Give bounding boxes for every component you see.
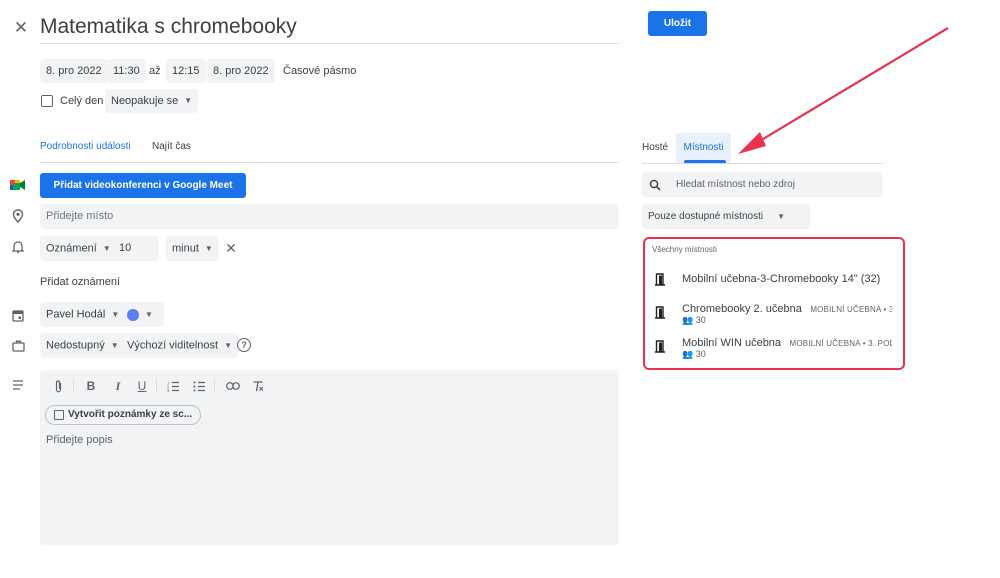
remove-notification-icon[interactable]: ✕ bbox=[223, 240, 239, 256]
room-capacity-value: 30 bbox=[695, 315, 706, 325]
clear-format-icon[interactable] bbox=[250, 378, 266, 394]
tab-guests[interactable]: Hosté bbox=[642, 142, 668, 153]
event-color-dropdown[interactable]: ▼ bbox=[121, 302, 164, 327]
create-notes-label: Vytvořit poznámky ze sc... bbox=[68, 409, 193, 420]
notification-type-value: Oznámení bbox=[46, 242, 97, 255]
save-button[interactable]: Uložit bbox=[648, 11, 707, 36]
room-capacity: 👥 30 bbox=[682, 349, 706, 360]
calendar-icon bbox=[10, 308, 26, 322]
room-meta: MOBILNÍ UČEBNA • 3. bbox=[810, 305, 892, 314]
chevron-down-icon: ▼ bbox=[184, 96, 193, 106]
bulleted-list-icon[interactable] bbox=[191, 378, 207, 394]
calendar-owner-dropdown[interactable]: Pavel Hodál ▼ bbox=[40, 302, 126, 327]
search-icon bbox=[649, 178, 661, 196]
start-time-chip[interactable]: 11:30 bbox=[107, 59, 146, 83]
room-name: Chromebooky 2. učebna bbox=[682, 303, 802, 315]
location-pin-icon bbox=[10, 209, 26, 223]
briefcase-icon bbox=[10, 339, 26, 353]
room-capacity-value: 30 bbox=[695, 349, 706, 359]
close-button[interactable]: ✕ bbox=[10, 17, 32, 39]
description-area[interactable] bbox=[40, 370, 619, 545]
room-capacity: 👥 30 bbox=[682, 315, 706, 326]
location-input[interactable]: Přidejte místo bbox=[40, 204, 619, 229]
help-icon[interactable]: ? bbox=[237, 338, 251, 352]
right-tabs-divider bbox=[642, 163, 883, 164]
room-search-input[interactable]: Hledat místnost nebo zdroj bbox=[642, 172, 883, 197]
room-filter-value: Pouze dostupné místnosti bbox=[648, 211, 764, 223]
notification-unit-dropdown[interactable]: minut ▼ bbox=[166, 236, 219, 261]
chevron-down-icon: ▼ bbox=[204, 244, 213, 253]
google-meet-icon bbox=[10, 178, 26, 192]
chevron-down-icon: ▼ bbox=[777, 212, 785, 221]
add-notification-link[interactable]: Přidat oznámení bbox=[40, 270, 120, 294]
tab-event-details[interactable]: Podrobnosti události bbox=[40, 141, 131, 152]
notes-icon bbox=[54, 410, 64, 420]
toolbar-divider bbox=[214, 379, 215, 393]
chevron-down-icon: ▼ bbox=[224, 341, 233, 350]
time-separator: až bbox=[149, 65, 161, 77]
room-name: Mobilní WIN učebna bbox=[682, 337, 782, 349]
add-meet-button[interactable]: Přidat videokonferenci v Google Meet bbox=[40, 173, 246, 198]
door-icon bbox=[654, 340, 666, 358]
notification-type-dropdown[interactable]: Oznámení ▼ bbox=[40, 236, 117, 261]
description-icon bbox=[10, 378, 26, 392]
bold-icon[interactable]: B bbox=[83, 378, 99, 394]
tabs-divider bbox=[40, 162, 619, 163]
start-date-chip[interactable]: 8. pro 2022 bbox=[40, 59, 108, 83]
room-name: Mobilní učebna-3-Chromebooky 14" (32) bbox=[682, 273, 881, 285]
repeat-value: Neopakuje se bbox=[111, 95, 179, 107]
door-icon bbox=[654, 273, 666, 291]
all-day-checkbox[interactable] bbox=[41, 95, 53, 107]
notification-unit-value: minut bbox=[172, 242, 199, 255]
availability-dropdown[interactable]: Nedostupný ▼ bbox=[40, 333, 125, 358]
event-title-input[interactable]: Matematika s chromebooky bbox=[40, 10, 619, 44]
chevron-down-icon: ▼ bbox=[145, 310, 153, 319]
link-icon[interactable] bbox=[224, 378, 242, 394]
all-day-label: Celý den bbox=[60, 95, 104, 107]
people-icon: 👥 bbox=[682, 349, 694, 359]
room-filter-dropdown[interactable]: Pouze dostupné místnosti ▼ bbox=[642, 204, 810, 229]
people-icon: 👥 bbox=[682, 315, 694, 325]
numbered-list-icon[interactable]: 123 bbox=[165, 378, 181, 394]
timezone-link[interactable]: Časové pásmo bbox=[283, 59, 356, 83]
availability-value: Nedostupný bbox=[46, 339, 105, 352]
underline-icon[interactable]: U bbox=[134, 378, 150, 394]
description-placeholder: Přidejte popis bbox=[46, 434, 113, 446]
toolbar-divider bbox=[156, 379, 157, 393]
room-search-placeholder: Hledat místnost nebo zdroj bbox=[676, 179, 795, 190]
chevron-down-icon: ▼ bbox=[110, 341, 119, 350]
chevron-down-icon: ▼ bbox=[111, 310, 120, 319]
toolbar-divider bbox=[73, 379, 74, 393]
notification-value-input[interactable]: 10 bbox=[113, 236, 159, 261]
chevron-down-icon: ▼ bbox=[102, 244, 111, 253]
italic-icon[interactable]: I bbox=[110, 378, 126, 394]
create-notes-chip[interactable]: Vytvořit poznámky ze sc... bbox=[45, 405, 201, 425]
visibility-value: Výchozí viditelnost bbox=[127, 339, 219, 352]
repeat-dropdown[interactable]: Neopakuje se ▼ bbox=[105, 89, 199, 113]
end-date-chip[interactable]: 8. pro 2022 bbox=[207, 59, 275, 83]
svg-text:3: 3 bbox=[167, 388, 170, 392]
bell-icon bbox=[10, 240, 26, 254]
color-dot bbox=[127, 308, 139, 321]
door-icon bbox=[654, 306, 666, 324]
annotation-arrow-icon bbox=[738, 27, 949, 154]
attachment-icon[interactable] bbox=[50, 378, 66, 394]
visibility-dropdown[interactable]: Výchozí viditelnost ▼ bbox=[121, 333, 239, 358]
calendar-owner-value: Pavel Hodál bbox=[46, 308, 106, 321]
tab-find-time[interactable]: Najít čas bbox=[152, 141, 191, 152]
room-meta: MOBILNÍ UČEBNA • 3. PODL bbox=[789, 339, 893, 348]
end-time-chip[interactable]: 12:15 bbox=[166, 59, 206, 83]
rooms-header: Všechny místnosti bbox=[652, 245, 717, 254]
